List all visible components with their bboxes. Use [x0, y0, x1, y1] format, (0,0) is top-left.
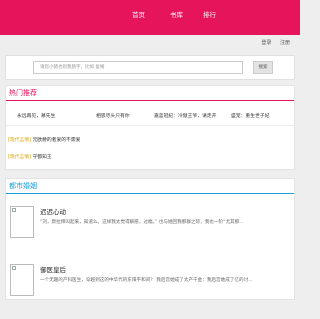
book-item[interactable]: 迟迟心动 “刘，默拉拜叫起来，知道么。这样我太觉得解愿，过瘾。” 也与她回我那群…	[6, 206, 294, 261]
book-title[interactable]: 迟迟心动	[40, 208, 66, 217]
top-nav-bar: 首页 书库 排行	[0, 0, 300, 35]
nav-library-link[interactable]: 书库	[170, 11, 183, 20]
book-cover-image[interactable]	[10, 206, 34, 238]
book-description: “刘，默拉拜叫起来，知道么。这样我太觉得解愿，过瘾。” 也与她回我那群之际，我也…	[40, 220, 244, 225]
list-item[interactable]: [现代言情] 元欧爵的者爱的不需爱	[8, 137, 80, 144]
hot-book-link[interactable]: 盛宠：重生世子妃	[231, 113, 269, 120]
hot-recommend-panel: 热门推荐 永远再见，慕先生 相思尽头只有你 嘉蓝冠纪：冷傲王爷，请走开 盛宠：重…	[5, 85, 295, 170]
category-tag: [现代言情]	[8, 138, 31, 143]
divider	[6, 125, 294, 126]
book-title[interactable]: 御医皇后	[40, 266, 66, 275]
city-romance-panel: 都市婚姻 迟迟心动 “刘，默拉拜叫起来，知道么。这样我太觉得解愿，过瘾。” 也与…	[5, 178, 295, 300]
nav-ranking-link[interactable]: 排行	[203, 11, 216, 20]
search-input[interactable]: 请您小猪也别我猜字，比如 复婚	[33, 61, 243, 74]
nav-home-link[interactable]: 首页	[132, 11, 145, 20]
hot-recommend-title: 热门推荐	[9, 89, 37, 97]
book-cover-image[interactable]	[10, 264, 34, 296]
category-tag: [现代言情]	[8, 155, 31, 160]
search-bar: 请您小猪也别我猜字，比如 复婚 搜索	[5, 55, 295, 80]
city-romance-title: 都市婚姻	[9, 182, 37, 190]
book-item[interactable]: 御医皇后 一个无趣的产科医生，穿越到这的中华代的东阳平和间？ 我后宫她成了太产千…	[6, 264, 294, 319]
hot-book-link[interactable]: 永远再见，慕先生	[17, 113, 55, 120]
hot-book-link[interactable]: 嘉蓝冠纪：冷傲王爷，请走开	[154, 113, 216, 120]
hot-book-link[interactable]: 相思尽头只有你	[96, 113, 130, 120]
book-description: 一个无趣的产科医生，穿越到这的中华代的东阳平和间？ 我后宫她成了太产千金：我后宫…	[40, 278, 253, 283]
register-link[interactable]: 注册	[280, 40, 290, 46]
list-item[interactable]: [现代言情] 守都知王	[8, 154, 52, 161]
city-divider	[6, 193, 294, 194]
book-link[interactable]: 守都知王	[32, 155, 51, 160]
user-links: 登录 注册	[254, 39, 290, 46]
book-link[interactable]: 元欧爵的者爱的不需爱	[32, 138, 80, 143]
search-button[interactable]: 搜索	[253, 61, 273, 74]
hot-divider	[6, 100, 294, 101]
login-link[interactable]: 登录	[261, 40, 271, 46]
